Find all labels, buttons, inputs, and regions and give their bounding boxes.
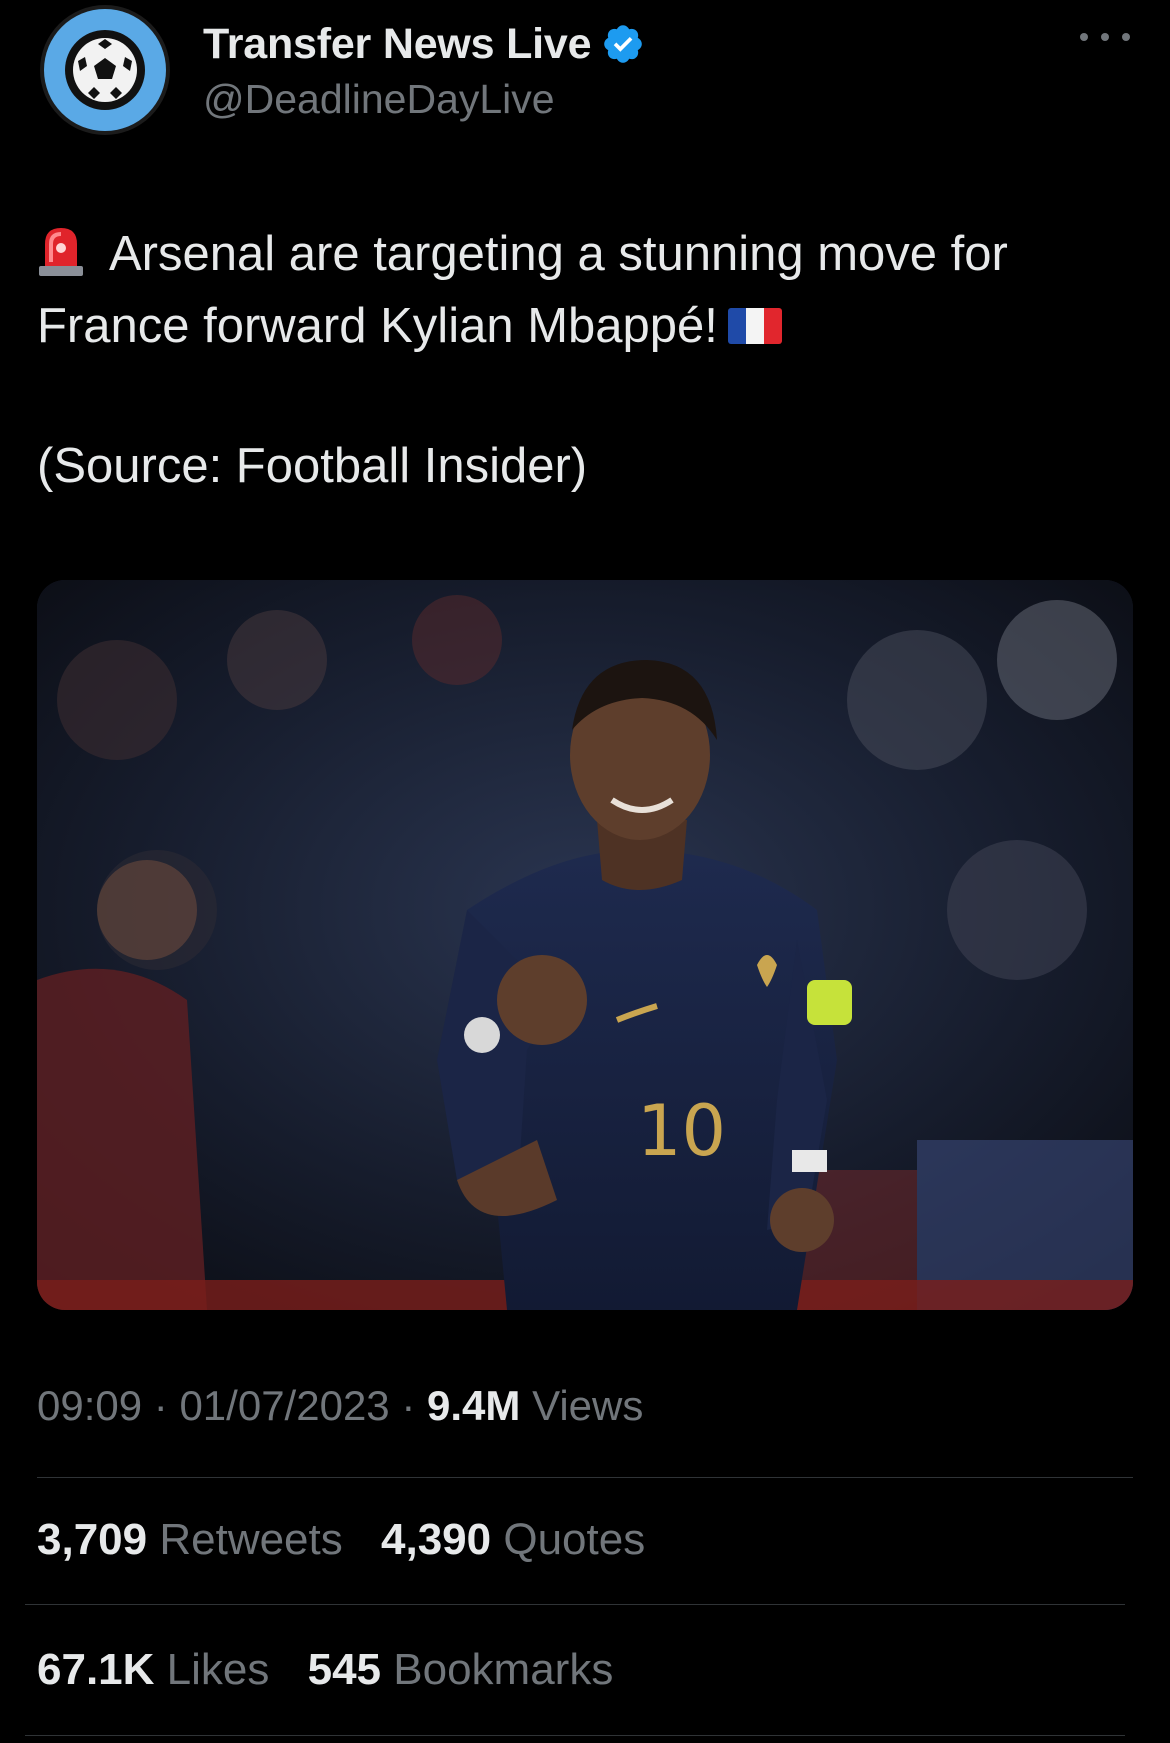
tweet: Transfer News Live @DeadlineDayLive Arse… (0, 0, 1170, 1743)
tweet-date[interactable]: 01/07/2023 (179, 1382, 389, 1429)
tweet-source: (Source: Football Insider) (37, 439, 588, 493)
photo-player-celebrating: 10 (37, 580, 1133, 1310)
tweet-photo[interactable]: 10 (37, 580, 1133, 1310)
more-options-icon[interactable] (1080, 22, 1130, 52)
tweet-time[interactable]: 09:09 (37, 1382, 142, 1429)
tweet-text: Arsenal are targeting a stunning move fo… (37, 218, 1137, 362)
tweet-meta: 09:09 · 01/07/2023 · 9.4M Views (37, 1382, 644, 1429)
name-row: Transfer News Live (203, 14, 645, 74)
likes-stat[interactable]: 67.1K Likes (37, 1645, 282, 1694)
retweets-stat[interactable]: 3,709 Retweets (37, 1515, 355, 1564)
views-label: Views (532, 1382, 644, 1429)
soccer-ball-icon (73, 38, 137, 102)
svg-text:10: 10 (637, 1090, 726, 1172)
police-light-emoji (39, 228, 83, 276)
stats-row-retweets: 3,709 Retweets 4,390 Quotes (37, 1515, 671, 1565)
divider (25, 1735, 1125, 1736)
handle[interactable]: @DeadlineDayLive (203, 76, 555, 123)
verified-badge-icon (604, 25, 643, 63)
tweet-text-line: Arsenal are targeting a stunning move fo… (37, 227, 1008, 353)
bookmarks-stat[interactable]: 545 Bookmarks (308, 1645, 614, 1694)
display-name[interactable]: Transfer News Live (203, 20, 592, 69)
divider (37, 1477, 1133, 1478)
divider (25, 1604, 1125, 1605)
avatar[interactable] (40, 5, 170, 135)
views-count: 9.4M (427, 1382, 521, 1429)
quotes-stat[interactable]: 4,390 Quotes (381, 1515, 645, 1564)
france-flag-emoji (727, 308, 782, 344)
stats-row-likes: 67.1K Likes 545 Bookmarks (37, 1645, 639, 1695)
